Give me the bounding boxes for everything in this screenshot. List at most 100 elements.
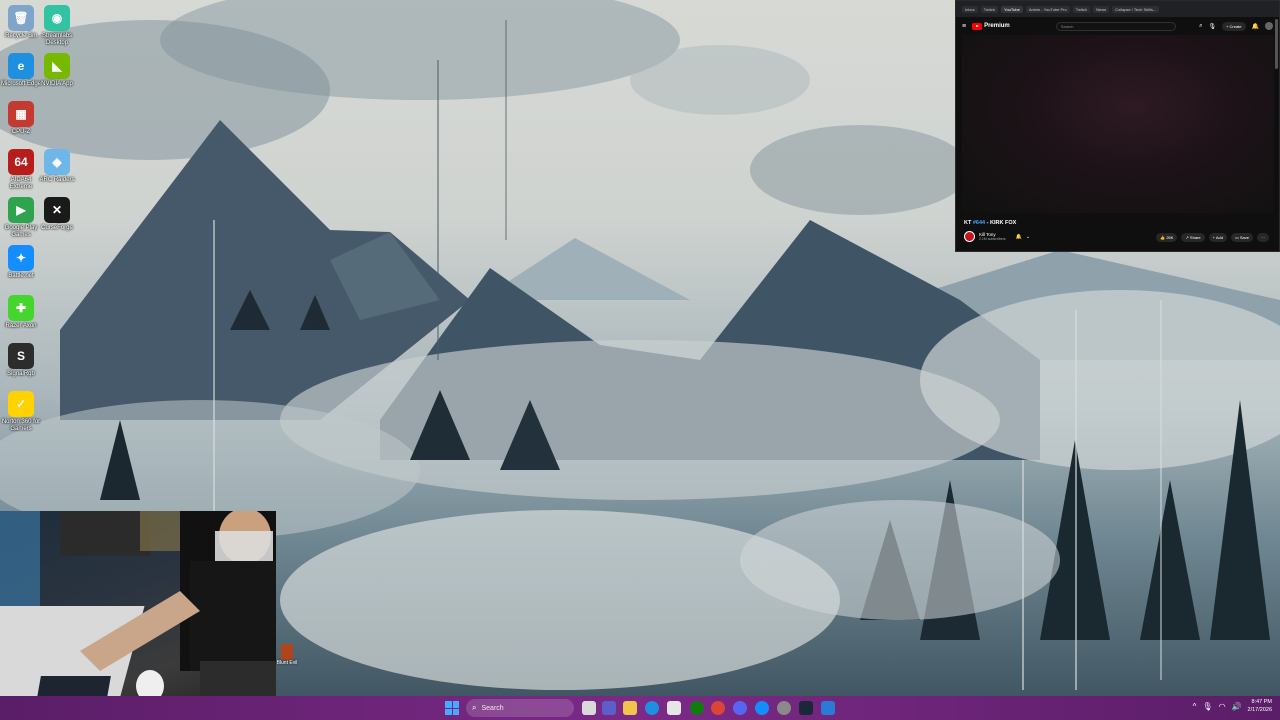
taskbar-search-input[interactable]: ⌕ Search [466,699,574,717]
video-title-rest: - KIRK FOX [986,220,1017,226]
desktop-icon-signalrgb[interactable]: S SignalRgb [0,343,42,378]
channel-subscribers: 2.1M subscribers [979,237,1006,241]
cpu-z-icon: ▦ [8,101,34,127]
more-actions-button[interactable]: ··· [1257,233,1269,242]
scrollbar[interactable] [1275,19,1278,69]
share-button[interactable]: ↗ Share [1181,233,1205,242]
tray-overflow-icon[interactable]: ^ [1193,702,1197,711]
save-label: Save [1239,235,1249,240]
teams-icon[interactable] [602,701,616,715]
episode-hashtag-link[interactable]: #644 [973,220,985,226]
desktop-icon-arc-raiders[interactable]: ◆ ARC Raiders [36,149,78,184]
start-button[interactable] [445,701,459,715]
like-button[interactable]: 👍 26K [1156,233,1178,242]
webcam-scene [0,511,276,720]
webcam-overlay [0,511,276,720]
desktop-icon-label: Battle.net [8,273,34,279]
bookmark-icon: ▭ [1234,235,1239,240]
desktop-icon-label: Norton 360 for Gamers [1,419,41,432]
desktop-icon-label: SignalRgb [7,371,35,377]
video-title: KT #644 - KIRK FOX [964,220,1016,226]
windows-logo-tile [452,708,459,715]
add-label: Add [1215,235,1223,240]
google-play-games-icon: ▶ [8,197,34,223]
desktop-icon-battle-net[interactable]: ✦ Battle.net [0,245,42,280]
recycle-bin-icon: 🗑 [8,5,34,31]
clock[interactable]: 8:47 PM 2/17/2026 [1248,698,1272,714]
share-label: Share [1189,235,1201,240]
microphone-icon[interactable]: 🎙 [1202,702,1212,711]
menu-icon[interactable]: ≡ [962,23,966,30]
thumbs-up-icon: 👍 [1160,235,1166,240]
discord-icon[interactable] [733,701,747,715]
partial-desktop-icon[interactable]: Blunt Evil [276,644,298,666]
battlenet-icon[interactable] [755,701,769,715]
share-icon: ↗ [1185,235,1189,240]
browser-tab[interactable]: Admin - YouTube Pro [1025,5,1070,13]
clock-time: 8:47 PM [1251,699,1272,705]
nvidia-app-icon: ◣ [44,53,70,79]
wifi-icon[interactable]: ◠ [1219,702,1226,711]
desktop-icon-nvidia-app[interactable]: ◣ NVIDIA App [36,53,78,88]
search-icon: ⌕ [472,703,477,712]
desktop-icon-label: ARC Raiders [39,177,75,183]
avatar[interactable] [1265,22,1273,30]
youtube-logo-text: Premium [984,23,1010,29]
desktop-icon-curseforge[interactable]: ✕ CurseForge [36,197,78,232]
windows-logo-tile [452,701,459,708]
curseforge-icon: ✕ [44,197,70,223]
file-explorer-icon[interactable] [623,701,637,715]
settings-icon[interactable] [777,701,791,715]
video-player[interactable] [962,35,1274,213]
chevron-down-icon[interactable]: ⌄ [1026,234,1030,240]
browser-tab[interactable]: Twitch [980,5,999,13]
system-tray: ^ 🎙 ◠ 🔊 8:47 PM 2/17/2026 [1193,698,1272,714]
bell-icon[interactable]: 🔔 [1016,234,1022,240]
channel-avatar[interactable] [964,231,975,242]
notifications-icon[interactable]: 🔔 [1252,23,1259,30]
chrome-icon[interactable] [711,701,725,715]
blunt-evil-icon [281,644,293,660]
youtube-header: ≡ Premium Search ⌕ 🎙 + Create 🔔 [956,17,1279,35]
desktop-icon-cpu-z[interactable]: ▦ CPU-Z [0,101,42,136]
steam-icon[interactable] [799,701,813,715]
desktop-icon-label: Streamlabs Desktop [41,33,73,46]
taskbar: ⌕ Search ^ 🎙 ◠ 🔊 8:47 PM 2/17/2026 [0,696,1280,720]
volume-icon[interactable]: 🔊 [1232,702,1242,711]
windows-logo-tile [445,708,452,715]
streamlabs-desktop-icon: ◉ [44,5,70,31]
defender-icon[interactable] [821,701,835,715]
video-title-prefix: KT [964,220,972,226]
microsoft-edge-icon: e [8,53,34,79]
browser-tab[interactable]: News [1093,5,1110,13]
video-actions: 👍 26K ↗ Share + Add ▭ Save ··· [1156,233,1269,242]
youtube-browser-window[interactable]: Inbox Twitch YouTube Admin - YouTube Pro Twi… [955,0,1280,252]
browser-tab[interactable]: Inbox [962,5,978,13]
task-view-icon[interactable] [582,701,596,715]
desktop-icon-norton-360-for-gamers[interactable]: ✓ Norton 360 for Gamers [0,391,42,433]
browser-tab[interactable]: Twitch [1072,5,1091,13]
clock-date: 2/17/2026 [1247,707,1272,713]
search-icon[interactable]: ⌕ [1199,23,1202,30]
create-button[interactable]: + Create [1222,21,1246,31]
desktop-icon-label: CPU-Z [11,129,31,135]
taskbar-search-placeholder: Search [481,704,504,712]
youtube-search-input[interactable]: Search [1055,21,1176,31]
microphone-icon[interactable]: 🎙 [1208,23,1216,30]
youtube-logo[interactable]: Premium [972,22,1010,30]
edge-icon[interactable] [645,701,659,715]
desktop-icon-label: CurseForge [41,225,73,231]
add-button[interactable]: + Add [1208,233,1227,242]
xbox-icon[interactable] [690,701,704,715]
store-icon[interactable] [667,701,681,715]
save-button[interactable]: ▭ Save [1230,233,1253,242]
browser-tab[interactable]: YouTube [1001,5,1023,13]
arc-raiders-icon: ◆ [44,149,70,175]
browser-tab-strip[interactable]: Inbox Twitch YouTube Admin - YouTube Pro Twi… [956,1,1279,17]
desktop-icon-razer-axon[interactable]: ✚ Razer Axon [0,295,42,330]
channel-info: Kill Tony 2.1M subscribers 🔔 ⌄ [964,231,1030,242]
windows-logo-tile [445,701,452,708]
browser-tab[interactable]: Collapse / Tech Skills... [1112,5,1160,13]
battle-net-icon: ✦ [8,245,34,271]
desktop-icon-streamlabs-desktop[interactable]: ◉ Streamlabs Desktop [36,5,78,47]
